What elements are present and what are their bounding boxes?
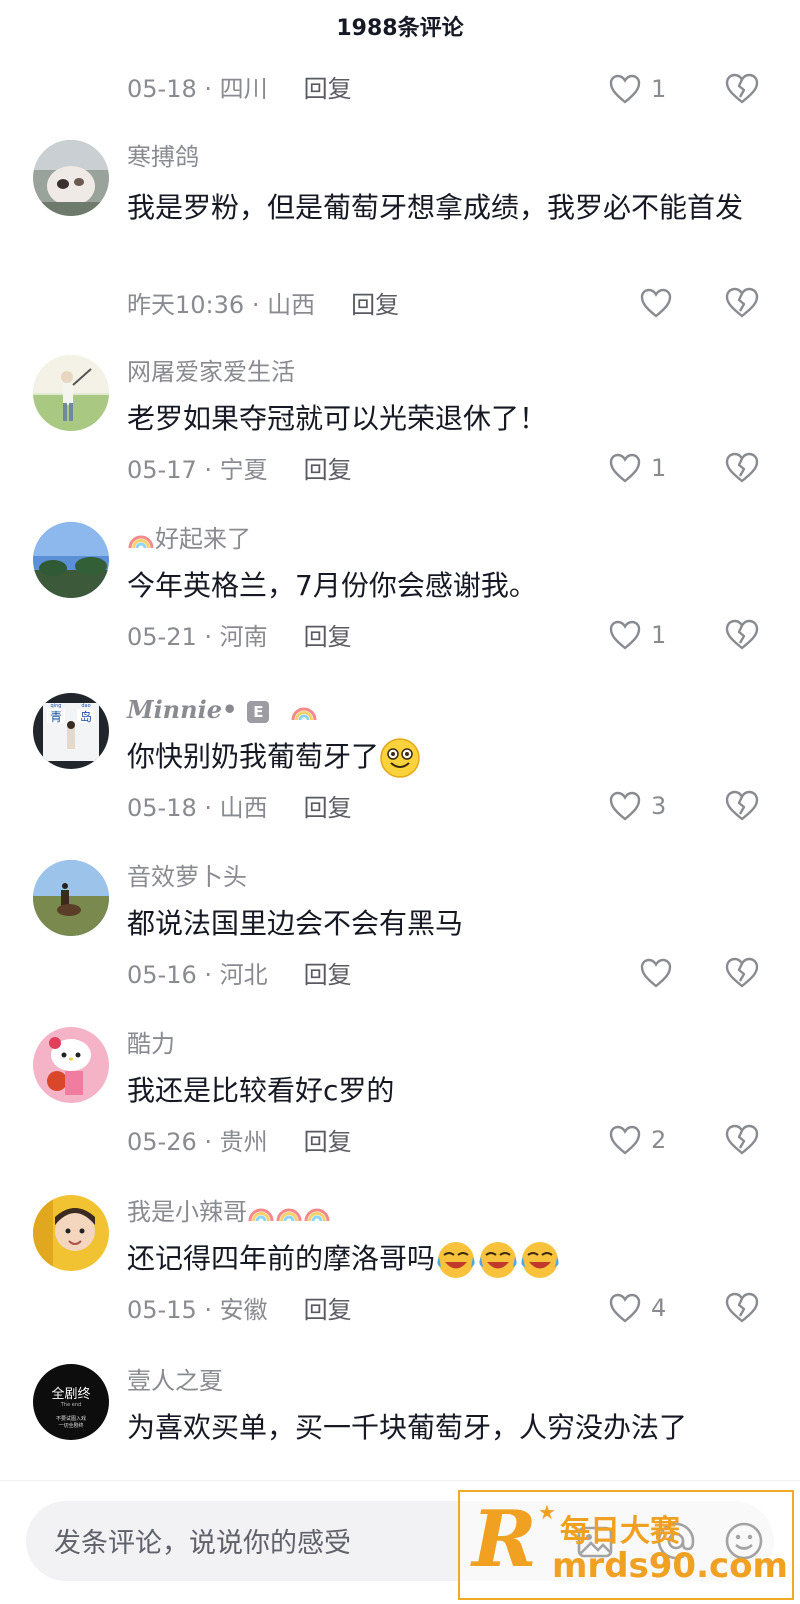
- svg-text:岛: 岛: [80, 709, 92, 724]
- heart-outline-icon: [640, 958, 672, 988]
- comment-meta: 05-21 · 河南 回复: [127, 623, 352, 651]
- like-button[interactable]: [640, 288, 672, 318]
- watermark-url: mrds90.com: [552, 1546, 788, 1586]
- laugh-cry-emoji-icon: [479, 1242, 517, 1278]
- reply-button[interactable]: 回复: [304, 1128, 352, 1156]
- username[interactable]: 好起来了: [127, 524, 251, 554]
- broken-heart-icon[interactable]: [725, 790, 759, 822]
- watermark-logo: R ★ 每日大赛 mrds90.com: [458, 1490, 794, 1600]
- input-placeholder: 发条评论，说说你的感受: [54, 1528, 351, 1559]
- heart-outline-icon: [609, 74, 641, 104]
- avatar[interactable]: [33, 140, 109, 216]
- comment-meta: 05-16 · 河北 回复: [127, 961, 352, 989]
- like-button[interactable]: [640, 958, 672, 988]
- reply-button[interactable]: 回复: [351, 291, 399, 319]
- avatar[interactable]: [33, 1027, 109, 1103]
- reply-button[interactable]: 回复: [304, 75, 352, 103]
- svg-text:dao: dao: [81, 703, 90, 709]
- broken-heart-icon[interactable]: [725, 452, 759, 484]
- broken-heart-icon[interactable]: [725, 287, 759, 319]
- avatar[interactable]: 全剧终 The end 不要试图入戏 一切全剧终: [33, 1364, 109, 1440]
- heart-outline-icon: [609, 620, 641, 650]
- comment-text: 为喜欢买单，买一千块葡萄牙，人穷没办法了: [127, 1411, 688, 1444]
- username[interactable]: 音效萝卜头: [127, 862, 247, 892]
- comment-meta: 05-15 · 安徽 回复: [127, 1296, 352, 1324]
- watermark-name: 每日大赛: [560, 1514, 680, 1549]
- broken-heart-icon[interactable]: [725, 619, 759, 651]
- like-button[interactable]: 3: [609, 791, 666, 821]
- laugh-cry-emoji-icon: [521, 1242, 559, 1278]
- comment-text: 还记得四年前的摩洛哥吗: [127, 1235, 767, 1283]
- comment-meta: 05-18 · 山西 回复: [127, 794, 352, 822]
- comment-meta: 05-17 · 宁夏 回复: [127, 456, 352, 484]
- reply-button[interactable]: 回复: [304, 1296, 352, 1324]
- reply-button[interactable]: 回复: [304, 961, 352, 989]
- comment-text: 今年英格兰，7月份你会感谢我。: [127, 569, 537, 602]
- avatar[interactable]: [33, 355, 109, 431]
- like-button[interactable]: 1: [609, 74, 666, 104]
- username[interactable]: 我是小辣哥: [127, 1197, 331, 1227]
- comment-count-title: 1988条评论: [336, 16, 464, 41]
- svg-text:青: 青: [50, 710, 62, 724]
- broken-heart-icon[interactable]: [725, 957, 759, 989]
- heart-outline-icon: [609, 791, 641, 821]
- username[interactable]: 寒搏鸽: [127, 142, 199, 172]
- svg-text:qing: qing: [51, 703, 62, 709]
- like-button[interactable]: 1: [609, 620, 666, 650]
- laugh-cry-emoji-icon: [437, 1242, 475, 1278]
- like-button[interactable]: 4: [609, 1293, 666, 1323]
- comment-text: 我还是比较看好c罗的: [127, 1074, 395, 1107]
- username[interactable]: 酷力: [127, 1029, 175, 1059]
- grin-emoji-icon: [380, 738, 420, 778]
- rainbow-icon: [291, 707, 317, 720]
- star-icon: ★: [538, 1500, 556, 1524]
- heart-outline-icon: [609, 453, 641, 483]
- broken-heart-icon[interactable]: [725, 1124, 759, 1156]
- avatar[interactable]: [33, 1195, 109, 1271]
- rainbow-icon: [248, 1208, 274, 1222]
- avatar[interactable]: 青 岛 qing dao: [33, 693, 109, 769]
- rainbow-icon: [304, 1208, 330, 1222]
- badge: E: [247, 700, 270, 723]
- comment-meta: 昨天10:36 · 山西 回复: [127, 291, 400, 319]
- heart-outline-icon: [640, 288, 672, 318]
- heart-outline-icon: [609, 1293, 641, 1323]
- comment-text: 老罗如果夺冠就可以光荣退休了！: [127, 402, 548, 435]
- svg-text:不要试图入戏: 不要试图入戏: [56, 1415, 86, 1422]
- rainbow-icon: [128, 535, 154, 549]
- like-button[interactable]: 1: [609, 453, 666, 483]
- svg-text:The end: The end: [60, 1402, 81, 1408]
- username[interactable]: 壹人之夏: [127, 1366, 223, 1396]
- svg-text:全剧终: 全剧终: [51, 1386, 90, 1402]
- reply-button[interactable]: 回复: [304, 623, 352, 651]
- comment-text: 我是罗粉，但是葡萄牙想拿成绩，我罗必不能首发: [127, 191, 744, 224]
- comment-text: 都说法国里边会不会有黑马: [127, 907, 464, 940]
- avatar[interactable]: [33, 522, 109, 598]
- comment-meta: 05-26 · 贵州 回复: [127, 1128, 352, 1156]
- username[interactable]: 网屠爱家爱生活: [127, 357, 295, 387]
- comment-text: 你快别奶我葡萄牙了: [127, 733, 767, 781]
- svg-text:一切全剧终: 一切全剧终: [58, 1422, 83, 1429]
- comment-meta: 05-18 · 四川 回复: [127, 75, 352, 103]
- rainbow-icon: [276, 1208, 302, 1222]
- heart-outline-icon: [609, 1125, 641, 1155]
- like-button[interactable]: 2: [609, 1125, 666, 1155]
- reply-button[interactable]: 回复: [304, 794, 352, 822]
- broken-heart-icon[interactable]: [725, 1292, 759, 1324]
- username[interactable]: Minnie• E: [127, 695, 318, 726]
- comments-header: 1988条评论: [0, 0, 800, 52]
- broken-heart-icon[interactable]: [725, 73, 759, 105]
- reply-button[interactable]: 回复: [304, 456, 352, 484]
- watermark-letter: R: [472, 1494, 537, 1585]
- avatar[interactable]: [33, 860, 109, 936]
